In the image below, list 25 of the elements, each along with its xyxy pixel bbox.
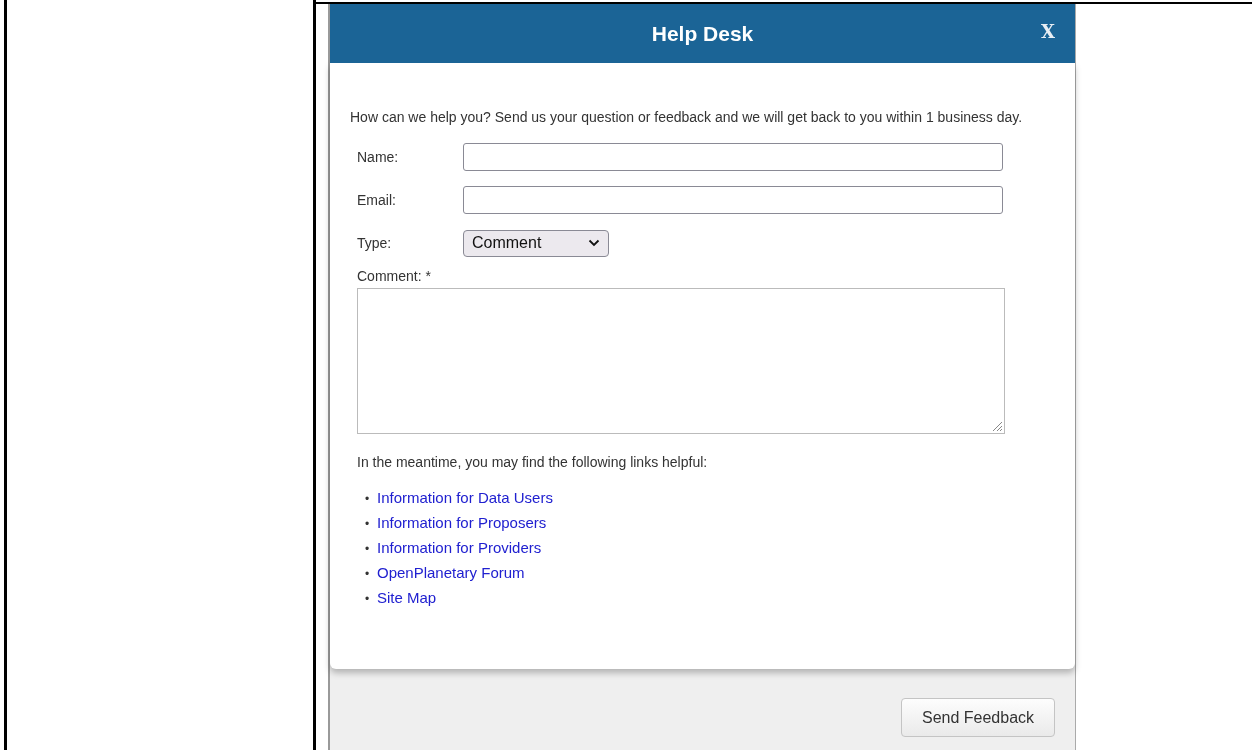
- help-link[interactable]: Information for Data Users: [377, 489, 553, 506]
- bullet: •: [365, 591, 371, 608]
- bullet: •: [365, 516, 371, 533]
- input-field[interactable]: [463, 143, 1003, 171]
- links-intro-text: In the meantime, you may find the following links helpful:: [357, 454, 709, 470]
- dialog-title: Help Desk: [651, 21, 754, 46]
- resize-grip-icon[interactable]: [991, 420, 1003, 432]
- help-link[interactable]: Information for Proposers: [377, 514, 547, 531]
- input-field[interactable]: [463, 186, 1003, 214]
- bullet: •: [365, 541, 371, 558]
- intro-text: How can we help you? Send us your question or feedback and we will get back to you within 1 business day.: [350, 108, 1024, 127]
- field-label: Type:: [357, 235, 393, 251]
- help-link[interactable]: Site Map: [377, 589, 437, 606]
- type-dropdown[interactable]: Comment: [463, 229, 609, 257]
- field-label: Email:: [357, 192, 397, 208]
- comment-field[interactable]: [357, 288, 1005, 434]
- bullet: •: [365, 491, 371, 508]
- help-link[interactable]: OpenPlanetary Forum: [377, 564, 525, 581]
- field-label: Comment: *: [356, 268, 432, 284]
- close-button[interactable]: X: [1041, 21, 1055, 42]
- help-link[interactable]: Information for Providers: [377, 539, 542, 556]
- send-feedback-button[interactable]: Send Feedback: [901, 698, 1055, 737]
- bullet: •: [365, 566, 371, 583]
- field-label: Name:: [357, 149, 400, 165]
- chevron-down-icon: [588, 239, 600, 247]
